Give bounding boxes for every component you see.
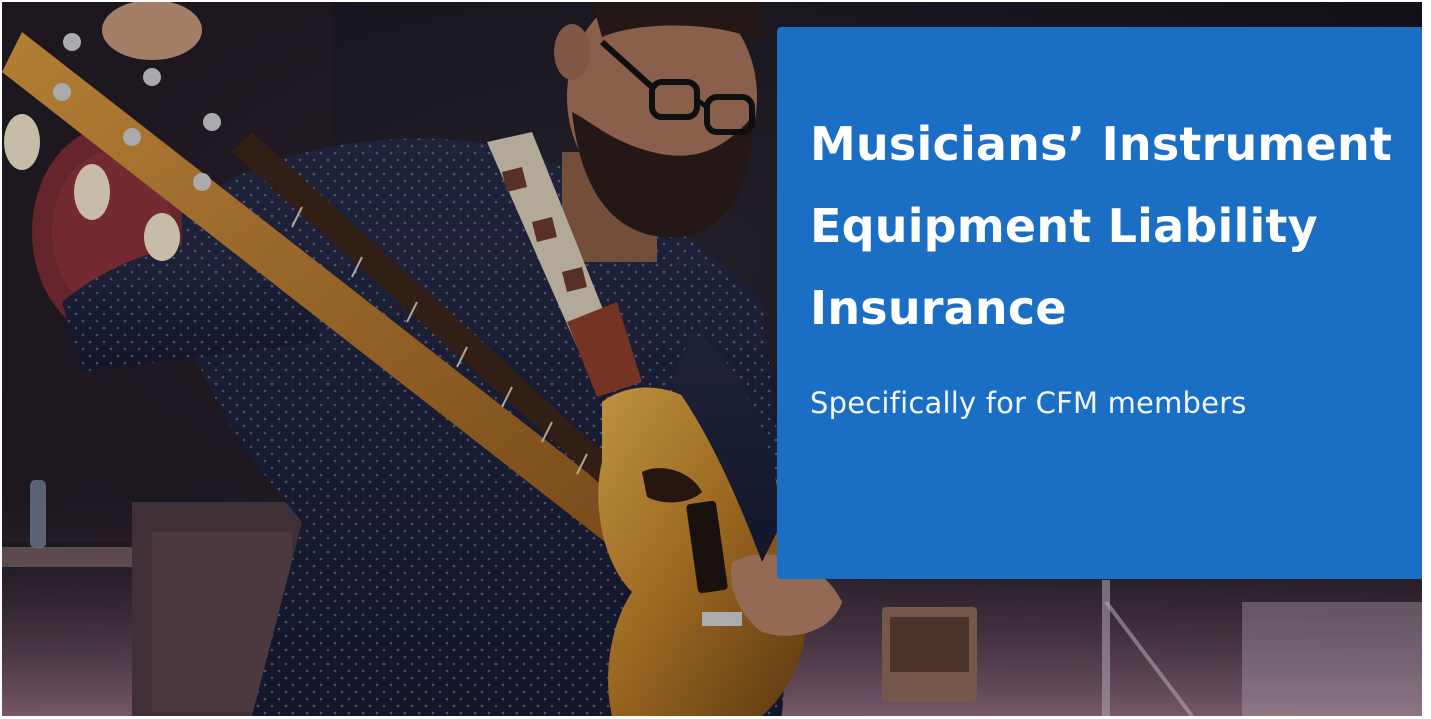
- page-frame: Musicians’ Instrument Equipment Liabilit…: [0, 0, 1431, 719]
- hero-banner: Musicians’ Instrument Equipment Liabilit…: [2, 2, 1422, 716]
- hero-title: Musicians’ Instrument Equipment Liabilit…: [810, 117, 1393, 335]
- hero-callout: Musicians’ Instrument Equipment Liabilit…: [777, 27, 1422, 579]
- hero-subtitle: Specifically for CFM members: [810, 386, 1247, 420]
